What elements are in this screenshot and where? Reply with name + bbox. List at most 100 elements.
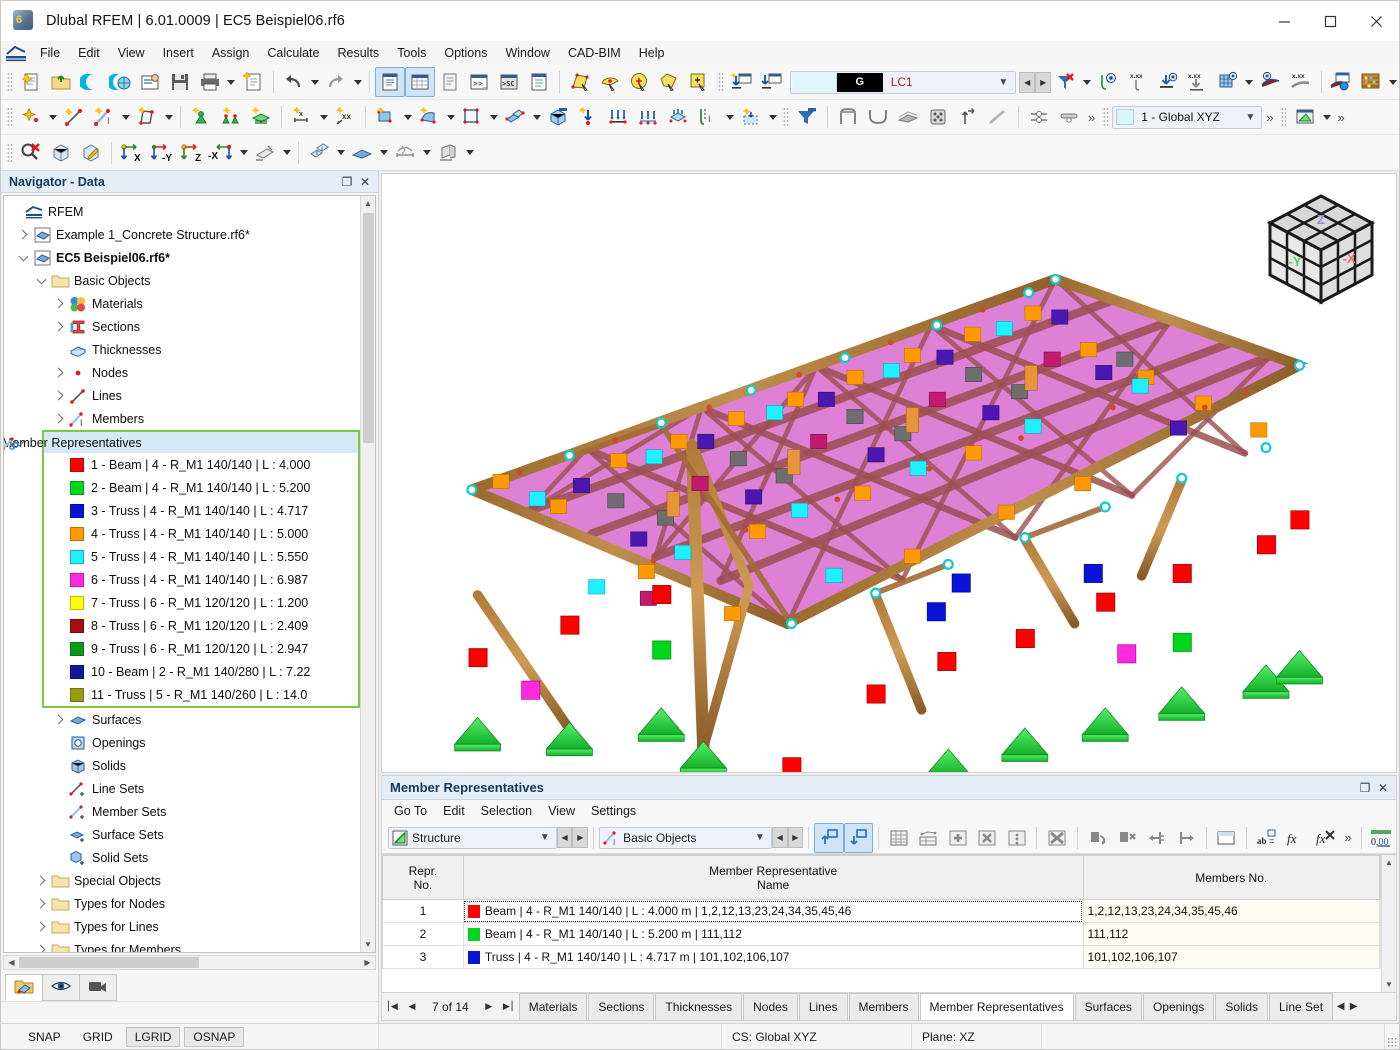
command-console-button[interactable]: >>_	[464, 67, 494, 97]
table-menu-view[interactable]: View	[540, 802, 583, 820]
dimension-dropdown-caret[interactable]	[317, 102, 330, 132]
open-webservice-button[interactable]	[105, 67, 135, 97]
display-navigator-tab[interactable]	[42, 974, 80, 1001]
select-surface-button[interactable]	[565, 67, 595, 97]
structure-next-button[interactable]: ▶	[572, 827, 589, 848]
chevron-down-icon[interactable]: ▼	[534, 832, 556, 843]
tree-folder-types-for-members[interactable]: Types for Members	[6, 938, 360, 952]
perspective-view-button[interactable]	[250, 138, 280, 168]
data-navigator-tab[interactable]	[5, 974, 43, 1001]
edit-view-button[interactable]	[76, 138, 106, 168]
redo-button[interactable]	[321, 67, 351, 97]
section-plane-dropdown-caret[interactable]	[377, 138, 390, 168]
cell-name[interactable]: Beam | 4 - R_M1 140/140 | L : 5.200 m | …	[462, 922, 1084, 946]
table-grid-button[interactable]	[884, 823, 913, 853]
list-item[interactable]: 3 - Truss | 4 - R_M1 140/140 | L : 4.717	[44, 499, 358, 522]
list-item[interactable]: 6 - Truss | 4 - R_M1 140/140 | L : 6.987	[44, 568, 358, 591]
cell-repr-no[interactable]: 2	[382, 922, 464, 946]
show-deformation-button[interactable]	[863, 102, 893, 132]
tree-folder-special-objects[interactable]: Special Objects	[6, 869, 360, 892]
table-menu-edit[interactable]: Edit	[435, 802, 473, 820]
tab-nodes[interactable]: Nodes	[743, 993, 798, 1020]
cell-name[interactable]: Beam | 4 - R_M1 140/140 | L : 4.000 m | …	[462, 899, 1084, 923]
render-mode-button[interactable]	[923, 102, 953, 132]
units-dropdown-caret[interactable]	[1386, 67, 1399, 97]
table-grid[interactable]: Repr. No. Member Representative Name Mem…	[382, 854, 1396, 992]
save-button[interactable]	[165, 67, 195, 97]
cell-members-no[interactable]: 101,102,106,107	[1082, 945, 1380, 969]
surface-dropdown-caret[interactable]	[401, 102, 414, 132]
view-minus-x-button[interactable]: -X	[207, 138, 237, 168]
show-results-diagram-button[interactable]	[1256, 67, 1286, 97]
list-item[interactable]: 9 - Truss | 6 - R_M1 120/120 | L : 2.947	[44, 637, 358, 660]
list-item[interactable]: 8 - Truss | 6 - R_M1 120/120 | L : 2.409	[44, 614, 358, 637]
maximize-button[interactable]	[1307, 1, 1353, 41]
new-imperfection-button[interactable]: I	[693, 102, 723, 132]
table-menu-selection[interactable]: Selection	[473, 802, 540, 820]
new-line-button[interactable]	[59, 102, 89, 132]
close-button[interactable]	[1353, 1, 1399, 41]
minimize-button[interactable]	[1261, 1, 1307, 41]
osnap-toggle[interactable]: OSNAP	[184, 1026, 245, 1047]
new-text-button[interactable]: xx	[330, 102, 360, 132]
list-item[interactable]: 11 - Truss | 5 - R_M1 140/260 | L : 14.0	[44, 683, 358, 706]
toolbar-grip-loadcase[interactable]	[717, 71, 725, 93]
list-item[interactable]: 7 - Truss | 6 - R_M1 120/120 | L : 1.200	[44, 591, 358, 614]
show-nodal-supports-button[interactable]	[1094, 67, 1124, 97]
views-navigator-tab[interactable]	[79, 974, 117, 1001]
select-in-model-button[interactable]	[814, 822, 844, 853]
menu-window[interactable]: Window	[496, 43, 558, 63]
menu-view[interactable]: View	[109, 43, 154, 63]
snap-toggle[interactable]: SNAP	[19, 1027, 70, 1047]
tree-item-sections[interactable]: Sections	[6, 315, 360, 338]
units-calculator-button[interactable]	[1356, 67, 1386, 97]
tree-folder-types-for-lines[interactable]: Types for Lines	[6, 915, 360, 938]
tab-member-representatives[interactable]: Member Representatives	[919, 993, 1074, 1020]
lgrid-toggle[interactable]: LGRID	[125, 1026, 181, 1047]
table-row[interactable]: 2 Beam | 4 - R_M1 140/140 | L : 5.200 m …	[382, 922, 1382, 946]
open-model-button[interactable]	[46, 67, 76, 97]
list-item[interactable]: 2 - Beam | 4 - R_M1 140/140 | L : 5.200	[44, 476, 358, 499]
tree-item-surface-sets[interactable]: Surface Sets	[6, 823, 360, 846]
menu-file[interactable]: File	[31, 43, 69, 63]
tree-item-materials[interactable]: Materials	[6, 292, 360, 315]
section-plane-button[interactable]	[347, 138, 377, 168]
table-row-properties-button[interactable]	[1002, 823, 1031, 853]
redo-dropdown-caret[interactable]	[351, 67, 364, 97]
tab-members[interactable]: Members	[848, 993, 919, 1020]
view-dropdown-caret[interactable]	[237, 138, 250, 168]
navigator-vertical-scrollbar[interactable]: ▲ ▼	[360, 196, 375, 952]
chevron-down-icon[interactable]: ▼	[749, 832, 771, 843]
new-surface-button[interactable]	[371, 102, 401, 132]
undo-dropdown-caret[interactable]	[308, 67, 321, 97]
new-free-load-button[interactable]	[736, 102, 766, 132]
tree-root-rfem[interactable]: RFEM	[6, 200, 360, 223]
cell-repr-no[interactable]: 3	[382, 945, 464, 969]
chevron-down-icon[interactable]: ▼	[991, 77, 1015, 88]
structure-combo[interactable]: Structure ▼	[388, 826, 557, 849]
print-button[interactable]	[195, 67, 225, 97]
tab-scroll-right-button[interactable]: ▶	[1347, 993, 1360, 1020]
list-item[interactable]: 5 - Truss | 4 - R_M1 140/140 | L : 5.550	[44, 545, 358, 568]
show-navigator-button[interactable]	[375, 67, 405, 97]
view-cube[interactable]: Z -Y -X	[1260, 188, 1382, 310]
toolbar-grip[interactable]	[6, 71, 13, 93]
select-polygon-button[interactable]	[654, 67, 684, 97]
scroll-up-icon[interactable]: ▲	[360, 196, 375, 211]
scroll-down-icon[interactable]: ▼	[360, 937, 375, 952]
menu-calculate[interactable]: Calculate	[258, 43, 328, 63]
tree-item-thicknesses[interactable]: Thicknesses	[6, 338, 360, 361]
free-load-dropdown-caret[interactable]	[766, 102, 779, 132]
show-load-values-button[interactable]: x.xx	[1183, 67, 1213, 97]
tree-item-openings[interactable]: Openings	[6, 731, 360, 754]
view-z-button[interactable]: Z	[177, 138, 207, 168]
menu-cad-bim[interactable]: CAD-BIM	[559, 43, 630, 63]
render-settings-dropdown-caret[interactable]	[463, 138, 476, 168]
navigator-close-button[interactable]: ✕	[356, 173, 374, 191]
member-representatives-table[interactable]: Repr. No. Member Representative Name Mem…	[382, 855, 1396, 969]
menu-tools[interactable]: Tools	[388, 43, 435, 63]
toolbar-grip-view[interactable]	[6, 141, 13, 164]
scroll-down-icon[interactable]: ▼	[1381, 977, 1396, 992]
load-case-dropdown-caret[interactable]	[1081, 67, 1094, 97]
tab-openings[interactable]: Openings	[1142, 993, 1215, 1020]
